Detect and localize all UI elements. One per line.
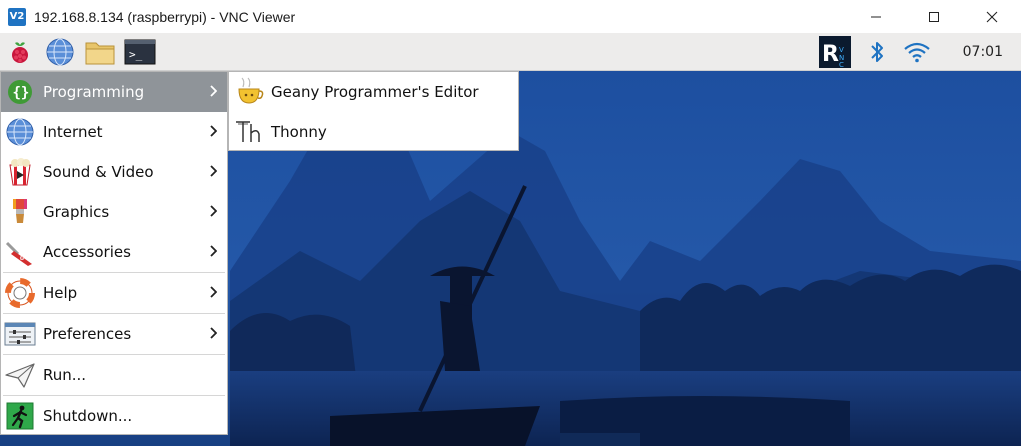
raspberry-menu-button[interactable]: [4, 36, 36, 68]
close-icon: [986, 11, 998, 22]
minimize-icon: [871, 16, 881, 17]
menu-item-accessories[interactable]: Accessories: [1, 232, 227, 272]
raspberry-menu-icon: [12, 42, 28, 63]
web-browser-button[interactable]: [44, 36, 76, 68]
terminal-button[interactable]: >_: [124, 36, 156, 68]
menu-item-label: Sound & Video: [43, 163, 154, 181]
terminal-icon: >_: [124, 39, 156, 65]
chevron-right-icon: [210, 286, 217, 298]
maximize-button[interactable]: [905, 0, 963, 33]
submenu-item-label: Geany Programmer's Editor: [271, 83, 479, 101]
maximize-icon: [929, 11, 939, 22]
menu-item-label: Run...: [43, 366, 87, 384]
menu-item-label: Graphics: [43, 203, 110, 221]
menu-item-label: Accessories: [43, 243, 131, 261]
close-button[interactable]: [963, 0, 1021, 33]
graphics-icon: [4, 196, 36, 228]
window-controls: [847, 0, 1021, 33]
menu-item-label: Programming: [43, 83, 145, 101]
realvnc-icon: R V N C: [818, 36, 851, 69]
chevron-right-icon: [210, 205, 217, 217]
internet-icon: [4, 116, 36, 148]
submenu-item-label: Thonny: [271, 123, 327, 141]
menu-item-programming[interactable]: {} Programming: [1, 72, 227, 112]
wifi-tray-button[interactable]: [901, 36, 933, 68]
accessories-icon: [4, 236, 36, 268]
window-title: 192.168.8.134 (raspberrypi) - VNC Viewer: [34, 8, 296, 25]
application-menu: {} Programming Internet Sound & Video Gr…: [0, 71, 228, 435]
thonny-icon: [233, 116, 265, 148]
wifi-icon: [903, 42, 930, 63]
svg-text:V: V: [839, 46, 844, 54]
svg-text:C: C: [839, 61, 844, 69]
menu-item-label: Help: [43, 284, 78, 302]
chevron-right-icon: [210, 125, 217, 137]
svg-text:R: R: [822, 42, 839, 67]
minimize-button[interactable]: [847, 0, 905, 33]
menu-item-preferences[interactable]: Preferences: [1, 314, 227, 354]
programming-icon: {}: [4, 76, 36, 108]
menu-item-sound-video[interactable]: Sound & Video: [1, 152, 227, 192]
menu-item-internet[interactable]: Internet: [1, 112, 227, 152]
vnc-viewer-logo-icon: V2: [8, 7, 26, 26]
window-title-bar[interactable]: V2 192.168.8.134 (raspberrypi) - VNC Vie…: [0, 0, 1021, 33]
realvnc-tray-button[interactable]: R V N C: [817, 34, 853, 70]
programming-submenu: Geany Programmer's Editor Thonny: [228, 71, 519, 151]
preferences-icon: [4, 318, 36, 350]
taskbar: >_ R V N C 07:01: [0, 33, 1021, 71]
menu-item-label: Preferences: [43, 325, 132, 343]
shutdown-icon: [4, 400, 36, 432]
file-manager-icon: [85, 42, 115, 65]
menu-item-label: Shutdown...: [43, 407, 133, 425]
clock[interactable]: 07:01: [963, 44, 1003, 60]
bluetooth-icon: [870, 42, 883, 62]
web-browser-icon: [46, 38, 74, 66]
submenu-item-thonny[interactable]: Thonny: [229, 112, 518, 152]
help-icon: [4, 277, 36, 309]
svg-text:{}: {}: [13, 85, 30, 101]
menu-item-help[interactable]: Help: [1, 273, 227, 313]
run-icon: [4, 359, 36, 391]
chevron-right-icon: [210, 165, 217, 177]
file-manager-button[interactable]: [84, 36, 116, 68]
bluetooth-tray-button[interactable]: [861, 36, 893, 68]
submenu-item-geany[interactable]: Geany Programmer's Editor: [229, 72, 518, 112]
geany-icon: [233, 76, 265, 108]
menu-item-run[interactable]: Run...: [1, 355, 227, 395]
menu-item-label: Internet: [43, 123, 103, 141]
chevron-right-icon: [210, 327, 217, 339]
sound-video-icon: [4, 156, 36, 188]
menu-item-graphics[interactable]: Graphics: [1, 192, 227, 232]
svg-text:>_: >_: [129, 48, 143, 61]
menu-item-shutdown[interactable]: Shutdown...: [1, 396, 227, 436]
chevron-right-icon: [210, 85, 217, 97]
chevron-right-icon: [210, 245, 217, 257]
